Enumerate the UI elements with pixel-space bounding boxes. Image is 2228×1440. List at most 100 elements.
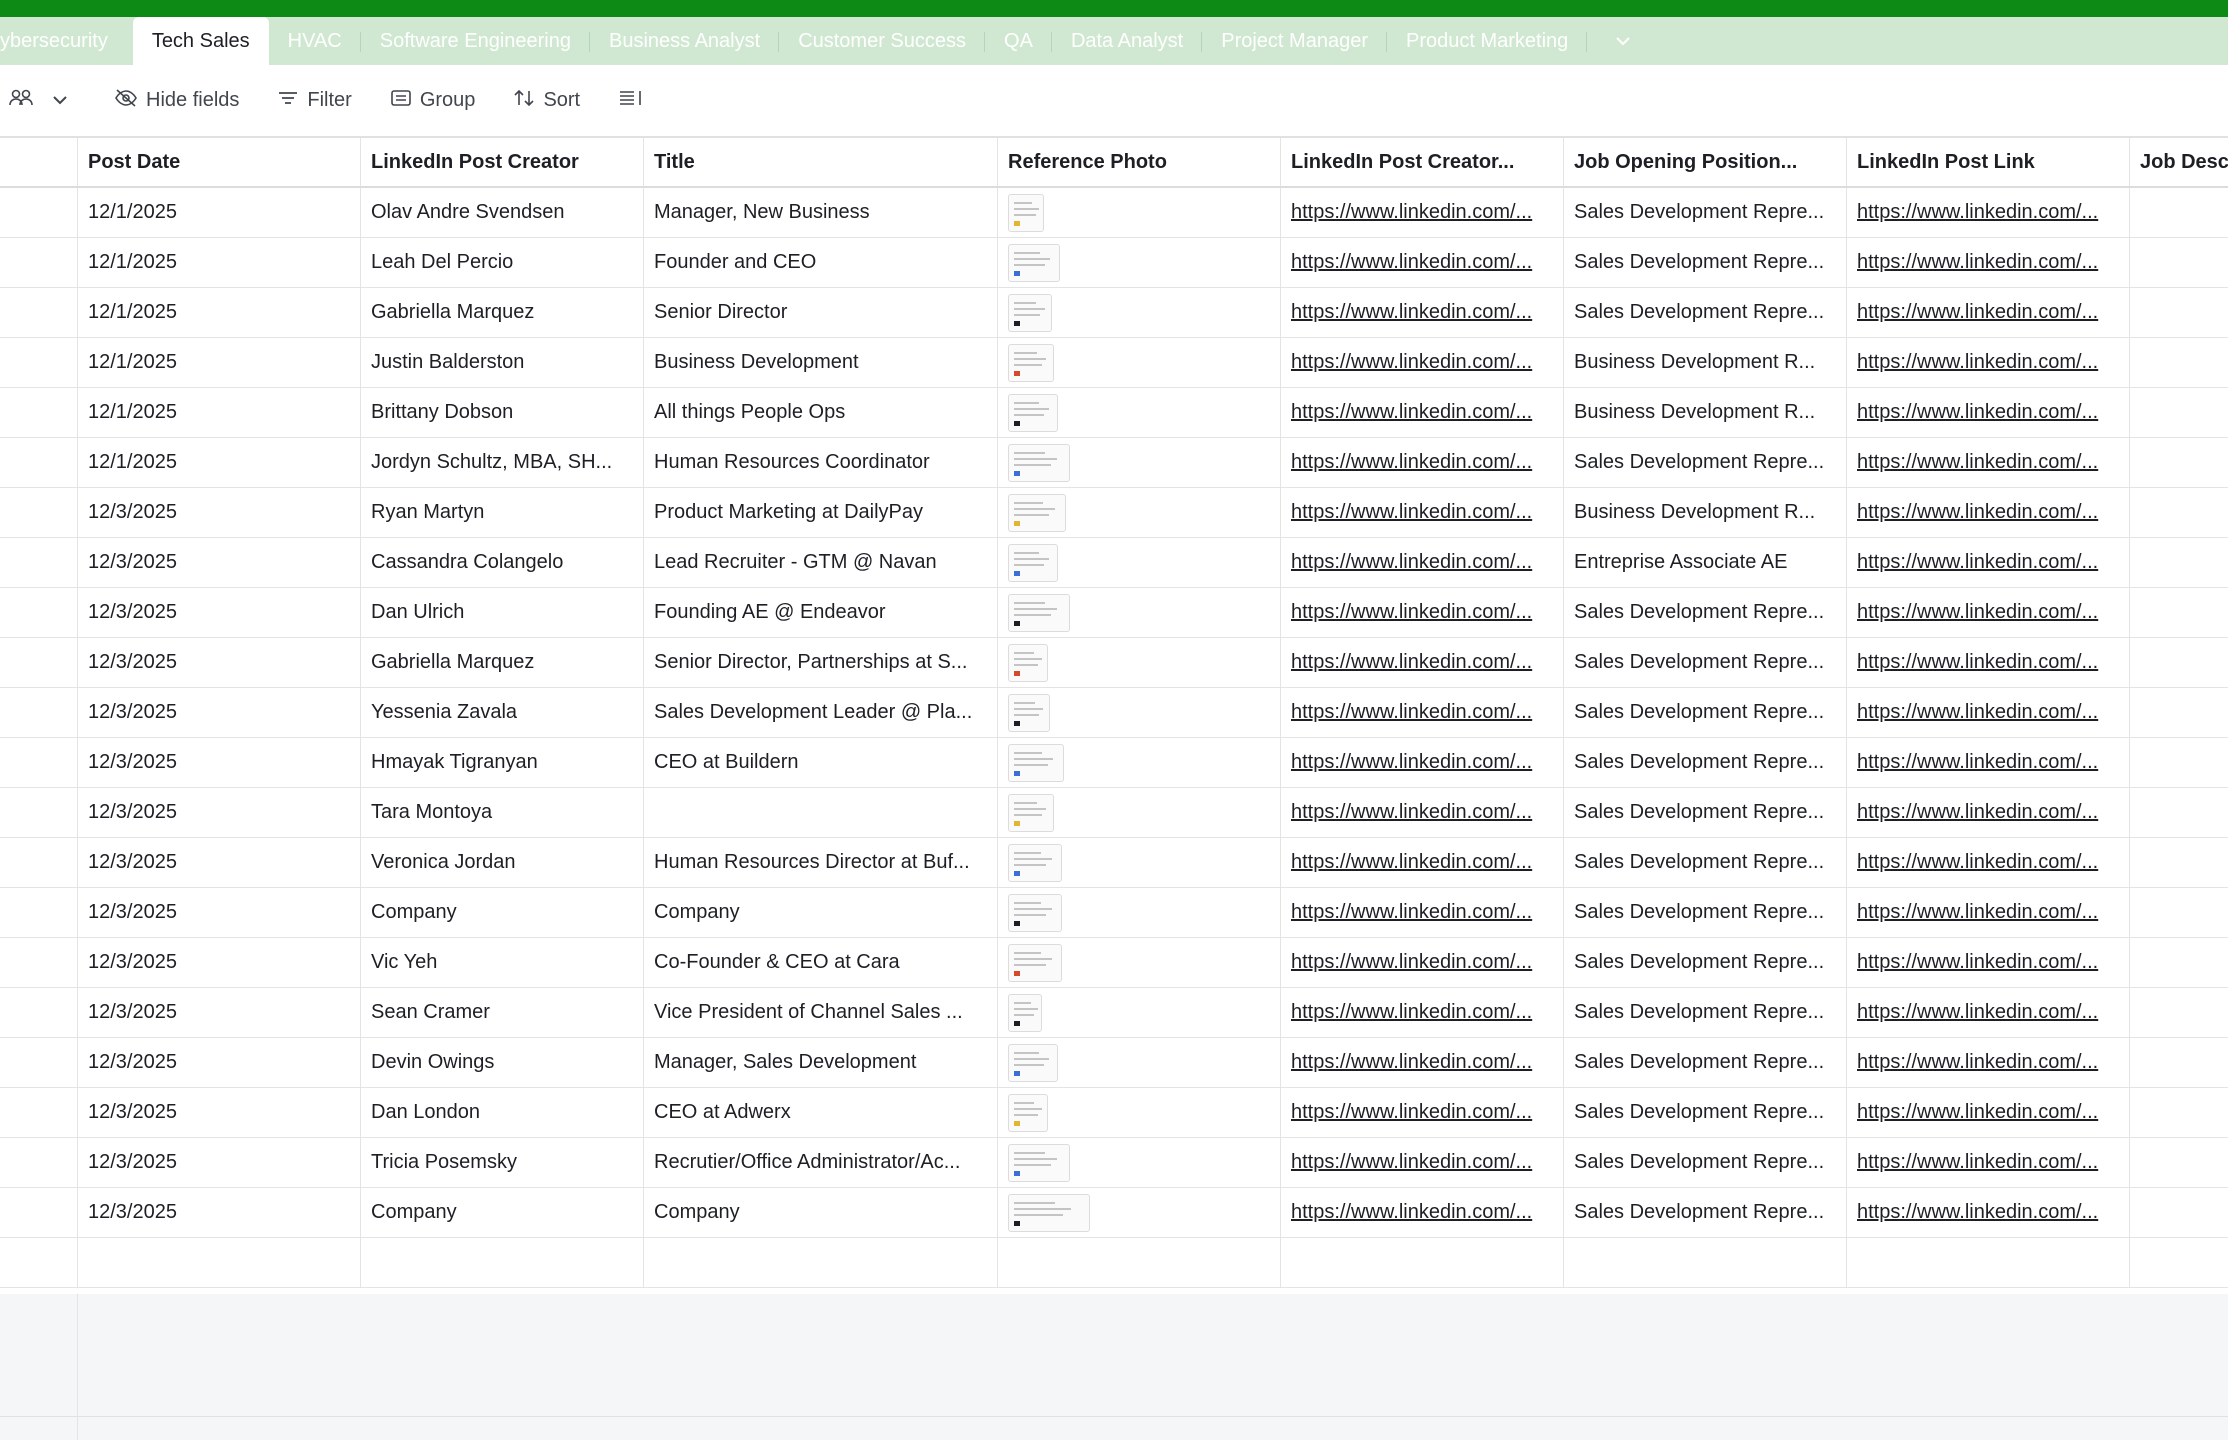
reference-photo-cell[interactable]: [998, 1138, 1281, 1187]
title-cell[interactable]: Human Resources Coordinator: [644, 438, 998, 487]
tab-qa[interactable]: QA: [985, 17, 1052, 65]
table-row[interactable]: 12/3/2025 Gabriella Marquez Senior Directo…: [0, 638, 2228, 688]
job-description-cell[interactable]: [2130, 288, 2228, 337]
creator-profile-link[interactable]: https://www.linkedin.com/...: [1291, 651, 1532, 674]
add-row[interactable]: [0, 1238, 2228, 1288]
job-position-cell[interactable]: Business Development R...: [1564, 338, 1847, 387]
job-description-cell[interactable]: [2130, 688, 2228, 737]
job-position-cell[interactable]: Sales Development Repre...: [1564, 1188, 1847, 1237]
title-cell[interactable]: Product Marketing at DailyPay: [644, 488, 998, 537]
reference-photo-thumbnail[interactable]: [1008, 243, 1060, 282]
job-description-cell[interactable]: [2130, 238, 2228, 287]
creator-profile-link[interactable]: https://www.linkedin.com/...: [1291, 901, 1532, 924]
post-date-cell[interactable]: 12/3/2025: [78, 638, 361, 687]
job-position-cell[interactable]: Sales Development Repre...: [1564, 438, 1847, 487]
reference-photo-thumbnail[interactable]: [1008, 293, 1052, 332]
post-creator-cell[interactable]: Yessenia Zavala: [361, 688, 644, 737]
title-cell[interactable]: Recrutier/Office Administrator/Ac...: [644, 1138, 998, 1187]
reference-photo-thumbnail[interactable]: [1008, 893, 1062, 932]
post-creator-cell[interactable]: Leah Del Percio: [361, 238, 644, 287]
job-position-cell[interactable]: Business Development R...: [1564, 388, 1847, 437]
post-creator-cell[interactable]: Vic Yeh: [361, 938, 644, 987]
table-row[interactable]: 12/3/2025 Veronica Jordan Human Resources …: [0, 838, 2228, 888]
post-date-cell[interactable]: 12/1/2025: [78, 288, 361, 337]
post-link[interactable]: https://www.linkedin.com/...: [1857, 1001, 2098, 1024]
job-description-cell[interactable]: [2130, 538, 2228, 587]
table-row[interactable]: 12/3/2025 Dan Ulrich Founding AE @ Endeavo…: [0, 588, 2228, 638]
job-description-cell[interactable]: [2130, 338, 2228, 387]
reference-photo-thumbnail[interactable]: [1008, 843, 1062, 882]
job-description-cell[interactable]: [2130, 1138, 2228, 1187]
title-cell[interactable]: Business Development: [644, 338, 998, 387]
reference-photo-cell[interactable]: [998, 638, 1281, 687]
reference-photo-cell[interactable]: [998, 538, 1281, 587]
post-creator-cell[interactable]: Gabriella Marquez: [361, 638, 644, 687]
job-description-cell[interactable]: [2130, 1038, 2228, 1087]
reference-photo-cell[interactable]: [998, 188, 1281, 237]
title-cell[interactable]: CEO at Buildern: [644, 738, 998, 787]
reference-photo-cell[interactable]: [998, 288, 1281, 337]
post-link[interactable]: https://www.linkedin.com/...: [1857, 1151, 2098, 1174]
tab-project-manager[interactable]: Project Manager: [1202, 17, 1387, 65]
post-date-cell[interactable]: 12/3/2025: [78, 838, 361, 887]
post-creator-cell[interactable]: Ryan Martyn: [361, 488, 644, 537]
tab-tech-sales[interactable]: Tech Sales: [132, 17, 269, 65]
table-row[interactable]: 12/3/2025 Cassandra Colangelo Lead Recruit…: [0, 538, 2228, 588]
job-description-cell[interactable]: [2130, 638, 2228, 687]
reference-photo-cell[interactable]: [998, 688, 1281, 737]
post-creator-cell[interactable]: Justin Balderston: [361, 338, 644, 387]
creator-profile-link[interactable]: https://www.linkedin.com/...: [1291, 251, 1532, 274]
title-cell[interactable]: [644, 788, 998, 837]
job-position-cell[interactable]: Business Development R...: [1564, 488, 1847, 537]
table-row[interactable]: 12/3/2025 Dan London CEO at Adwerx https://…: [0, 1088, 2228, 1138]
title-cell[interactable]: Manager, Sales Development: [644, 1038, 998, 1087]
post-creator-cell[interactable]: Hmayak Tigranyan: [361, 738, 644, 787]
reference-photo-thumbnail[interactable]: [1008, 193, 1044, 232]
title-cell[interactable]: Lead Recruiter - GTM @ Navan: [644, 538, 998, 587]
reference-photo-thumbnail[interactable]: [1008, 693, 1050, 732]
post-creator-cell[interactable]: Jordyn Schultz, MBA, SH...: [361, 438, 644, 487]
post-creator-cell[interactable]: Tricia Posemsky: [361, 1138, 644, 1187]
post-link[interactable]: https://www.linkedin.com/...: [1857, 901, 2098, 924]
post-date-cell[interactable]: 12/3/2025: [78, 1088, 361, 1137]
job-description-cell[interactable]: [2130, 588, 2228, 637]
post-creator-cell[interactable]: Veronica Jordan: [361, 838, 644, 887]
reference-photo-thumbnail[interactable]: [1008, 443, 1070, 482]
view-switcher[interactable]: [8, 81, 76, 121]
creator-profile-link[interactable]: https://www.linkedin.com/...: [1291, 701, 1532, 724]
post-date-cell[interactable]: 12/3/2025: [78, 588, 361, 637]
reference-photo-cell[interactable]: [998, 238, 1281, 287]
post-link[interactable]: https://www.linkedin.com/...: [1857, 751, 2098, 774]
reference-photo-thumbnail[interactable]: [1008, 1143, 1070, 1182]
table-row[interactable]: 12/3/2025 Company Company https://www.linke…: [0, 1188, 2228, 1238]
creator-profile-link[interactable]: https://www.linkedin.com/...: [1291, 601, 1532, 624]
post-date-cell[interactable]: 12/3/2025: [78, 988, 361, 1037]
table-row[interactable]: 12/3/2025 Hmayak Tigranyan CEO at Buildern…: [0, 738, 2228, 788]
tab-data-analyst[interactable]: Data Analyst: [1052, 17, 1203, 65]
job-description-cell[interactable]: [2130, 488, 2228, 537]
post-date-cell[interactable]: 12/1/2025: [78, 438, 361, 487]
post-creator-cell[interactable]: Dan Ulrich: [361, 588, 644, 637]
post-creator-cell[interactable]: Tara Montoya: [361, 788, 644, 837]
creator-profile-link[interactable]: https://www.linkedin.com/...: [1291, 201, 1532, 224]
column-header[interactable]: LinkedIn Post Creator: [361, 138, 644, 186]
column-header[interactable]: LinkedIn Post Creator...: [1281, 138, 1564, 186]
table-row[interactable]: 12/3/2025 Tara Montoya https://www.linkedi…: [0, 788, 2228, 838]
hide-fields-button[interactable]: Hide fields: [114, 81, 239, 121]
creator-profile-link[interactable]: https://www.linkedin.com/...: [1291, 1051, 1532, 1074]
job-position-cell[interactable]: Sales Development Repre...: [1564, 188, 1847, 237]
creator-profile-link[interactable]: https://www.linkedin.com/...: [1291, 751, 1532, 774]
column-header[interactable]: Post Date: [78, 138, 361, 186]
post-creator-cell[interactable]: Company: [361, 1188, 644, 1237]
table-row[interactable]: 12/1/2025 Leah Del Percio Founder and CEO h…: [0, 238, 2228, 288]
job-position-cell[interactable]: Sales Development Repre...: [1564, 638, 1847, 687]
post-date-cell[interactable]: 12/3/2025: [78, 788, 361, 837]
reference-photo-thumbnail[interactable]: [1008, 743, 1064, 782]
post-link[interactable]: https://www.linkedin.com/...: [1857, 651, 2098, 674]
post-date-cell[interactable]: 12/3/2025: [78, 738, 361, 787]
job-position-cell[interactable]: Entreprise Associate AE: [1564, 538, 1847, 587]
creator-profile-link[interactable]: https://www.linkedin.com/...: [1291, 1201, 1532, 1224]
tab-software-engineering[interactable]: Software Engineering: [361, 17, 591, 65]
more-tabs-button[interactable]: [1587, 17, 1659, 65]
job-position-cell[interactable]: Sales Development Repre...: [1564, 1138, 1847, 1187]
